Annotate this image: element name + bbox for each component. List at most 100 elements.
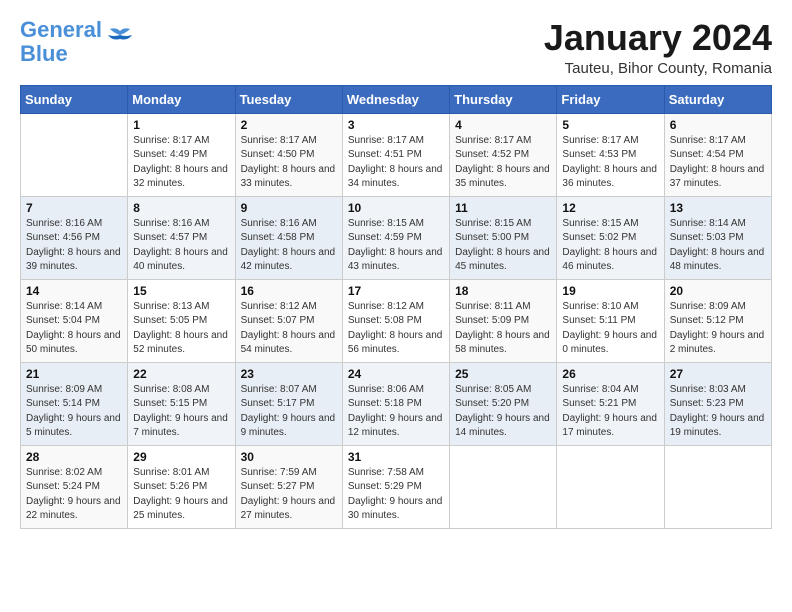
logo-general: General — [20, 17, 102, 42]
day-info: Sunrise: 8:09 AMSunset: 5:14 PMDaylight:… — [26, 384, 121, 439]
day-info: Sunrise: 8:17 AMSunset: 4:50 PMDaylight:… — [241, 135, 336, 190]
day-number: 26 — [562, 367, 658, 381]
calendar-cell: 10 Sunrise: 8:15 AMSunset: 4:59 PMDaylig… — [342, 196, 449, 279]
calendar-cell: 27 Sunrise: 8:03 AMSunset: 5:23 PMDaylig… — [664, 362, 771, 445]
calendar-cell: 3 Sunrise: 8:17 AMSunset: 4:51 PMDayligh… — [342, 113, 449, 196]
calendar-cell: 22 Sunrise: 8:08 AMSunset: 5:15 PMDaylig… — [128, 362, 235, 445]
calendar-cell — [450, 445, 557, 528]
day-info: Sunrise: 8:08 AMSunset: 5:15 PMDaylight:… — [133, 384, 228, 439]
calendar-cell: 4 Sunrise: 8:17 AMSunset: 4:52 PMDayligh… — [450, 113, 557, 196]
day-number: 1 — [133, 118, 229, 132]
logo-text: GeneralBlue — [20, 18, 102, 66]
day-info: Sunrise: 8:07 AMSunset: 5:17 PMDaylight:… — [241, 384, 336, 439]
header: GeneralBlue January 2024 Tauteu, Bihor C… — [20, 18, 772, 77]
title-area: January 2024 Tauteu, Bihor County, Roman… — [544, 18, 772, 77]
calendar-week-row: 7 Sunrise: 8:16 AMSunset: 4:56 PMDayligh… — [21, 196, 772, 279]
day-number: 8 — [133, 201, 229, 215]
calendar-cell: 19 Sunrise: 8:10 AMSunset: 5:11 PMDaylig… — [557, 279, 664, 362]
calendar-cell: 21 Sunrise: 8:09 AMSunset: 5:14 PMDaylig… — [21, 362, 128, 445]
calendar-cell: 26 Sunrise: 8:04 AMSunset: 5:21 PMDaylig… — [557, 362, 664, 445]
col-saturday: Saturday — [664, 85, 771, 113]
calendar-cell: 31 Sunrise: 7:58 AMSunset: 5:29 PMDaylig… — [342, 445, 449, 528]
calendar-cell: 2 Sunrise: 8:17 AMSunset: 4:50 PMDayligh… — [235, 113, 342, 196]
day-info: Sunrise: 8:10 AMSunset: 5:11 PMDaylight:… — [562, 301, 657, 356]
day-number: 6 — [670, 118, 766, 132]
day-info: Sunrise: 8:16 AMSunset: 4:57 PMDaylight:… — [133, 218, 228, 273]
calendar-cell: 16 Sunrise: 8:12 AMSunset: 5:07 PMDaylig… — [235, 279, 342, 362]
calendar-cell — [21, 113, 128, 196]
location: Tauteu, Bihor County, Romania — [544, 60, 772, 77]
day-info: Sunrise: 8:14 AMSunset: 5:04 PMDaylight:… — [26, 301, 121, 356]
day-number: 22 — [133, 367, 229, 381]
day-number: 29 — [133, 450, 229, 464]
day-number: 20 — [670, 284, 766, 298]
day-info: Sunrise: 8:06 AMSunset: 5:18 PMDaylight:… — [348, 384, 443, 439]
calendar-cell: 15 Sunrise: 8:13 AMSunset: 5:05 PMDaylig… — [128, 279, 235, 362]
calendar-cell: 23 Sunrise: 8:07 AMSunset: 5:17 PMDaylig… — [235, 362, 342, 445]
day-info: Sunrise: 8:15 AMSunset: 5:00 PMDaylight:… — [455, 218, 550, 273]
calendar-cell: 25 Sunrise: 8:05 AMSunset: 5:20 PMDaylig… — [450, 362, 557, 445]
day-number: 18 — [455, 284, 551, 298]
day-number: 3 — [348, 118, 444, 132]
day-number: 12 — [562, 201, 658, 215]
day-info: Sunrise: 8:04 AMSunset: 5:21 PMDaylight:… — [562, 384, 657, 439]
col-wednesday: Wednesday — [342, 85, 449, 113]
day-number: 23 — [241, 367, 337, 381]
day-info: Sunrise: 8:17 AMSunset: 4:53 PMDaylight:… — [562, 135, 657, 190]
calendar-cell: 28 Sunrise: 8:02 AMSunset: 5:24 PMDaylig… — [21, 445, 128, 528]
day-info: Sunrise: 8:16 AMSunset: 4:58 PMDaylight:… — [241, 218, 336, 273]
day-info: Sunrise: 8:11 AMSunset: 5:09 PMDaylight:… — [455, 301, 550, 356]
day-info: Sunrise: 8:17 AMSunset: 4:52 PMDaylight:… — [455, 135, 550, 190]
page: GeneralBlue January 2024 Tauteu, Bihor C… — [0, 0, 792, 539]
day-number: 17 — [348, 284, 444, 298]
calendar-cell: 8 Sunrise: 8:16 AMSunset: 4:57 PMDayligh… — [128, 196, 235, 279]
day-info: Sunrise: 8:13 AMSunset: 5:05 PMDaylight:… — [133, 301, 228, 356]
day-number: 14 — [26, 284, 122, 298]
calendar-week-row: 1 Sunrise: 8:17 AMSunset: 4:49 PMDayligh… — [21, 113, 772, 196]
day-info: Sunrise: 8:05 AMSunset: 5:20 PMDaylight:… — [455, 384, 550, 439]
calendar-header-row: Sunday Monday Tuesday Wednesday Thursday… — [21, 85, 772, 113]
day-number: 28 — [26, 450, 122, 464]
logo-bird-icon — [106, 27, 134, 49]
logo: GeneralBlue — [20, 18, 134, 66]
day-number: 9 — [241, 201, 337, 215]
calendar-cell: 29 Sunrise: 8:01 AMSunset: 5:26 PMDaylig… — [128, 445, 235, 528]
calendar-cell: 30 Sunrise: 7:59 AMSunset: 5:27 PMDaylig… — [235, 445, 342, 528]
day-info: Sunrise: 8:01 AMSunset: 5:26 PMDaylight:… — [133, 467, 228, 522]
calendar-cell: 13 Sunrise: 8:14 AMSunset: 5:03 PMDaylig… — [664, 196, 771, 279]
col-tuesday: Tuesday — [235, 85, 342, 113]
day-number: 7 — [26, 201, 122, 215]
calendar-cell: 1 Sunrise: 8:17 AMSunset: 4:49 PMDayligh… — [128, 113, 235, 196]
day-info: Sunrise: 8:17 AMSunset: 4:51 PMDaylight:… — [348, 135, 443, 190]
day-info: Sunrise: 7:59 AMSunset: 5:27 PMDaylight:… — [241, 467, 336, 522]
calendar-week-row: 14 Sunrise: 8:14 AMSunset: 5:04 PMDaylig… — [21, 279, 772, 362]
day-number: 16 — [241, 284, 337, 298]
calendar-cell: 12 Sunrise: 8:15 AMSunset: 5:02 PMDaylig… — [557, 196, 664, 279]
day-info: Sunrise: 8:17 AMSunset: 4:54 PMDaylight:… — [670, 135, 765, 190]
day-number: 21 — [26, 367, 122, 381]
day-info: Sunrise: 8:09 AMSunset: 5:12 PMDaylight:… — [670, 301, 765, 356]
calendar-cell: 20 Sunrise: 8:09 AMSunset: 5:12 PMDaylig… — [664, 279, 771, 362]
day-number: 2 — [241, 118, 337, 132]
day-number: 13 — [670, 201, 766, 215]
day-number: 31 — [348, 450, 444, 464]
calendar-week-row: 21 Sunrise: 8:09 AMSunset: 5:14 PMDaylig… — [21, 362, 772, 445]
day-info: Sunrise: 8:03 AMSunset: 5:23 PMDaylight:… — [670, 384, 765, 439]
logo-blue: Blue — [20, 41, 68, 66]
calendar-cell — [664, 445, 771, 528]
day-info: Sunrise: 8:15 AMSunset: 4:59 PMDaylight:… — [348, 218, 443, 273]
col-sunday: Sunday — [21, 85, 128, 113]
calendar-cell: 11 Sunrise: 8:15 AMSunset: 5:00 PMDaylig… — [450, 196, 557, 279]
day-number: 30 — [241, 450, 337, 464]
day-number: 19 — [562, 284, 658, 298]
day-number: 27 — [670, 367, 766, 381]
calendar-cell: 18 Sunrise: 8:11 AMSunset: 5:09 PMDaylig… — [450, 279, 557, 362]
col-monday: Monday — [128, 85, 235, 113]
calendar-week-row: 28 Sunrise: 8:02 AMSunset: 5:24 PMDaylig… — [21, 445, 772, 528]
calendar-table: Sunday Monday Tuesday Wednesday Thursday… — [20, 85, 772, 529]
calendar-cell: 17 Sunrise: 8:12 AMSunset: 5:08 PMDaylig… — [342, 279, 449, 362]
day-info: Sunrise: 8:15 AMSunset: 5:02 PMDaylight:… — [562, 218, 657, 273]
day-info: Sunrise: 8:12 AMSunset: 5:08 PMDaylight:… — [348, 301, 443, 356]
calendar-cell — [557, 445, 664, 528]
day-number: 10 — [348, 201, 444, 215]
